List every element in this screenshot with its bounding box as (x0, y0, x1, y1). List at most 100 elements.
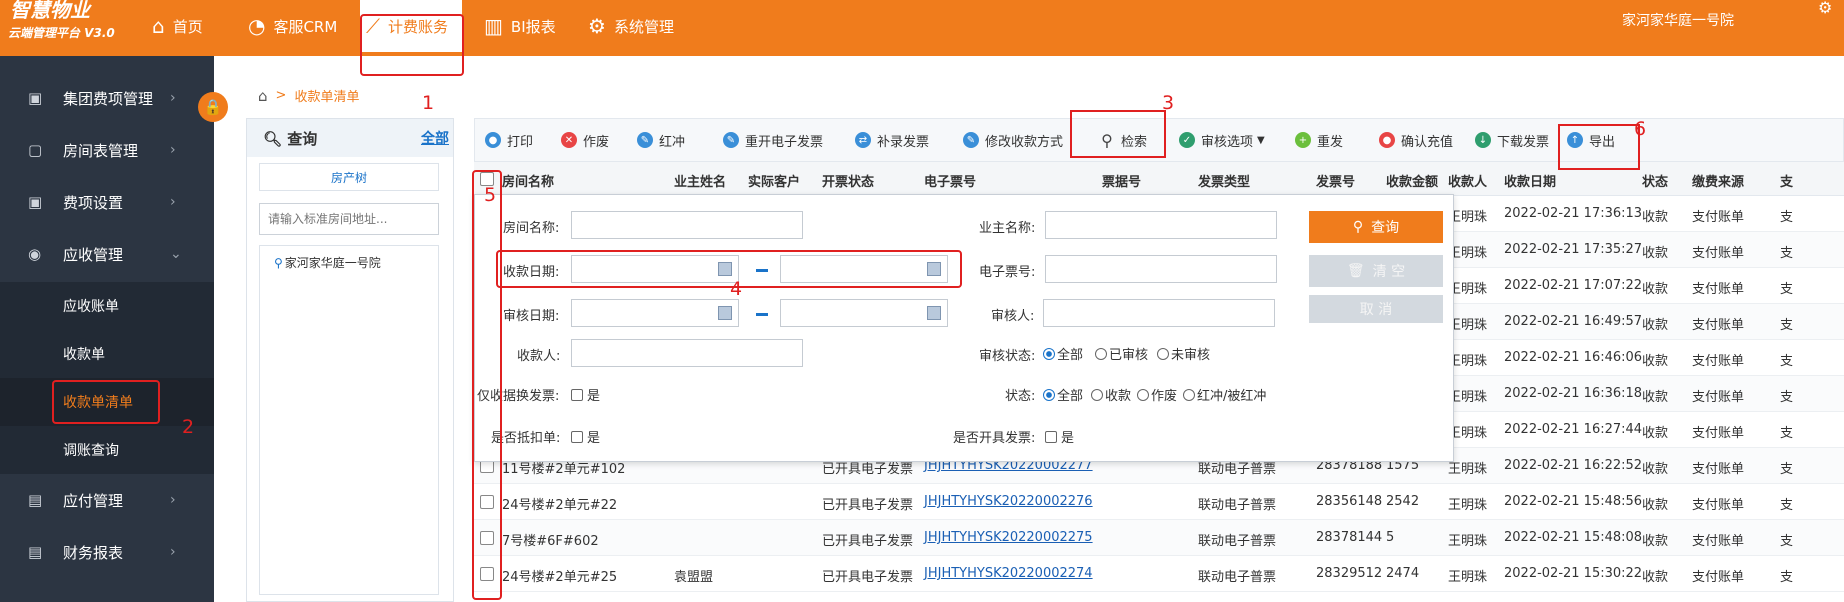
owner-name-label: 业主名称: (979, 221, 1036, 236)
sidebar-item-payable[interactable]: ▤ 应付管理 › (0, 476, 214, 524)
cell-date: 2022-02-21 17:36:13 (1504, 206, 1643, 221)
annotation-number-6: 6 (1634, 118, 1647, 140)
cell-room: 24号楼#2单元#22 (502, 498, 618, 513)
nav-bi[interactable]: ▥ BI报表 (484, 0, 556, 52)
nav-system[interactable]: ⚙ 系统管理 (588, 0, 674, 52)
tree-node-label: 家河家华庭一号院 (284, 256, 381, 270)
room-address-search-input[interactable] (259, 203, 439, 235)
logo-subtitle: 云端管理平台 V3.0 (8, 26, 115, 40)
cancel-button[interactable]: 取 消 (1309, 295, 1443, 323)
nav-system-label: 系统管理 (613, 17, 674, 36)
audit-date-start-input[interactable] (571, 299, 739, 327)
cell-extra: 支 (1780, 390, 1794, 405)
download-invoice-button[interactable]: ↓ 下载发票 (1475, 119, 1549, 161)
cell-invoice-status: 已开具电子发票 (822, 570, 914, 585)
table-row[interactable]: 7号楼#6F#602 已开具电子发票 JHJHTYHYSK20220002275 联动… (474, 520, 1844, 556)
auditor-input[interactable] (1043, 299, 1275, 327)
cell-invoice-no: 28329512 (1316, 566, 1383, 581)
is-deduct-checkbox[interactable]: 是 (571, 427, 600, 446)
sidebar-item-finance-report[interactable]: ▤ 财务报表 › (0, 528, 214, 576)
only-receipt-checkbox[interactable]: 是 (571, 385, 600, 404)
sidebar-item-room-table[interactable]: ▢ 房间表管理 › (0, 126, 214, 174)
cell-extra: 支 (1780, 282, 1794, 297)
user-icon[interactable]: ⚙ (1818, 0, 1832, 17)
sidebar-item-receivable[interactable]: ◉ 应收管理 ⌄ (0, 230, 214, 278)
home-icon[interactable]: ⌂ (258, 87, 268, 105)
location-pin-icon: ⚲ (274, 256, 283, 270)
all-link[interactable]: 全部 (421, 128, 449, 148)
cell-date: 2022-02-21 16:49:57 (1504, 314, 1643, 329)
tab-property-tree[interactable]: 房产树 (259, 163, 439, 191)
tree-node[interactable]: ⚲ 家河家华庭一号院 (274, 254, 381, 271)
cell-extra: 支 (1780, 318, 1794, 333)
nav-crm[interactable]: ◔ 客服CRM (248, 0, 337, 52)
search-icon: ⚲ (1352, 219, 1364, 235)
void-label: 作废 (583, 134, 610, 150)
cell-source: 支付账单 (1692, 426, 1745, 441)
sidebar-item-label: 财务报表 (63, 543, 124, 562)
cell-status: 收款 (1642, 498, 1669, 513)
col-status: 状态 (1642, 175, 1669, 190)
nav-home[interactable]: ⌂ 首页 (152, 0, 203, 52)
table-row[interactable]: 24号楼#2单元#25 袁盟盟 已开具电子发票 JHJHTYHYSK202200022… (474, 556, 1844, 592)
audit-pending-radio[interactable]: 未审核 (1157, 344, 1210, 363)
cell-e-ticket[interactable]: JHJHTYHYSK20220002276 (924, 494, 1093, 509)
check-icon: ✓ (1179, 132, 1195, 148)
lock-icon[interactable]: 🔒 (198, 92, 228, 122)
supplement-invoice-button[interactable]: ⇄ 补录发票 (855, 119, 929, 161)
calendar-icon[interactable] (927, 306, 941, 320)
table-row[interactable]: 24号楼#2单元#22 已开具电子发票 JHJHTYHYSK20220002276 联… (474, 484, 1844, 520)
void-button[interactable]: ✕ 作废 (561, 119, 609, 161)
payee-input[interactable] (571, 339, 803, 367)
annotation-number-1: 1 (422, 92, 435, 114)
audit-date-label: 审核日期: (503, 309, 560, 324)
breadcrumb-current: 收款单清单 (294, 90, 360, 105)
status-receipt-label: 收款 (1105, 389, 1132, 404)
owner-name-input[interactable] (1045, 211, 1277, 239)
cell-extra: 支 (1780, 210, 1794, 225)
audit-done-radio[interactable]: 已审核 (1095, 344, 1148, 363)
status-all-radio[interactable]: 全部 (1043, 385, 1083, 404)
sidebar-sub-receipt[interactable]: 收款单 (0, 330, 214, 378)
cell-amount: 2542 (1386, 494, 1420, 509)
sidebar-sub-receivable-bill[interactable]: 应收账单 (0, 282, 214, 330)
group-icon: ▣ (28, 89, 43, 107)
print-button[interactable]: ● 打印 (485, 119, 533, 161)
status-receipt-radio[interactable]: 收款 (1091, 385, 1131, 404)
sidebar-item-label: 应收管理 (63, 245, 124, 264)
modify-payment-button[interactable]: ✎ 修改收款方式 (963, 119, 1063, 161)
status-red-radio[interactable]: 红冲/被红冲 (1183, 385, 1266, 404)
calendar-icon[interactable] (718, 306, 732, 320)
status-label: 状态: (1005, 389, 1036, 404)
cell-extra: 支 (1780, 462, 1794, 477)
reissue-e-invoice-button[interactable]: ✎ 重开电子发票 (723, 119, 823, 161)
status-void-radio[interactable]: 作废 (1137, 385, 1177, 404)
audit-all-radio[interactable]: 全部 (1043, 344, 1083, 363)
query-button[interactable]: ⚲ 查询 (1309, 211, 1443, 243)
room-name-input[interactable] (571, 211, 803, 239)
cell-date: 2022-02-21 15:48:08 (1504, 530, 1643, 545)
cell-date: 2022-02-21 15:30:22 (1504, 566, 1643, 581)
is-invoiced-checkbox[interactable]: 是 (1045, 427, 1074, 446)
sidebar-item-fee-settings[interactable]: ▣ 费项设置 › (0, 178, 214, 226)
audit-options-dropdown[interactable]: ✓ 审核选项 ▼ (1179, 119, 1265, 161)
annotation-box-5 (472, 170, 502, 600)
cell-date: 2022-02-21 16:46:06 (1504, 350, 1643, 365)
sidebar-item-group-fees[interactable]: ▣ 集团费项管理 › (0, 74, 214, 122)
cell-source: 支付账单 (1692, 210, 1745, 225)
red-reverse-button[interactable]: ✎ 红冲 (637, 119, 685, 161)
clear-button[interactable]: 🗑︎ 清 空 (1309, 255, 1443, 287)
cell-status: 收款 (1642, 462, 1669, 477)
annotation-box-3 (1070, 110, 1166, 158)
e-ticket-input[interactable] (1045, 255, 1277, 283)
chart-pie-icon: ◔ (248, 14, 266, 38)
resend-button[interactable]: + 重发 (1295, 119, 1343, 161)
audit-date-end-input[interactable] (780, 299, 948, 327)
cell-extra: 支 (1780, 426, 1794, 441)
cell-e-ticket[interactable]: JHJHTYHYSK20220002275 (924, 530, 1093, 545)
community-name[interactable]: 家河家华庭一号院 (1622, 10, 1734, 30)
cell-source: 支付账单 (1692, 498, 1745, 513)
cell-e-ticket[interactable]: JHJHTYHYSK20220002274 (924, 566, 1093, 581)
payee-label: 收款人: (517, 349, 561, 364)
confirm-recharge-button[interactable]: ● 确认充值 (1379, 119, 1453, 161)
